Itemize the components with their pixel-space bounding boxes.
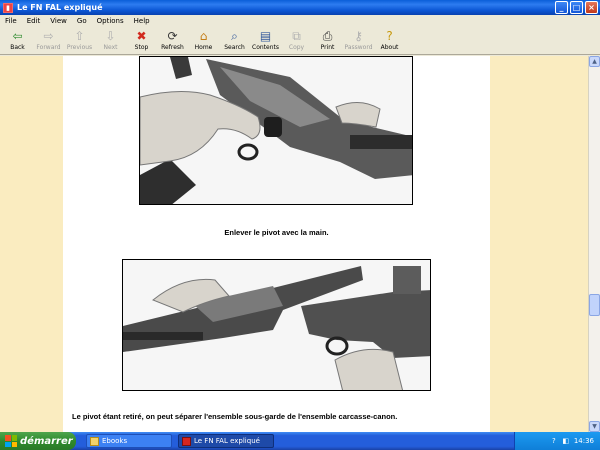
menu-help[interactable]: Help — [129, 17, 155, 25]
taskbar: démarrer Ebooks Le FN FAL expliqué FR ? … — [0, 432, 600, 450]
toolbar-copy-button[interactable]: ⧉ Copy — [281, 27, 312, 54]
toolbar-button-label: Previous — [66, 44, 93, 51]
menu-file[interactable]: File — [0, 17, 22, 25]
toolbar-password-button[interactable]: ⚷ Password — [343, 27, 374, 54]
menu-bar: File Edit View Go Options Help — [0, 15, 600, 27]
rifle-receiver-hand-image — [140, 57, 412, 204]
document-view[interactable]: Enlever le pivot avec la main. Le pivot … — [0, 56, 588, 432]
menu-go[interactable]: Go — [72, 17, 92, 25]
start-button[interactable]: démarrer — [0, 432, 76, 450]
title-bar[interactable]: ▮ Le FN FAL expliqué _ □ × — [0, 0, 600, 15]
toolbar-button-label: Password — [344, 44, 373, 51]
refresh-icon: ⟳ — [167, 29, 178, 43]
toolbar-back-button[interactable]: ⇦ Back — [2, 27, 33, 54]
toolbar-refresh-button[interactable]: ⟳ Refresh — [157, 27, 188, 54]
close-button[interactable]: × — [585, 1, 598, 14]
ebook-icon — [182, 436, 191, 446]
search-icon: ⌕ — [231, 29, 238, 43]
folder-icon — [90, 436, 99, 446]
photo-remove-pivot — [139, 56, 413, 205]
network-icon[interactable]: ◧ — [562, 437, 570, 445]
toolbar-button-label: Refresh — [161, 44, 184, 51]
window-controls: _ □ × — [555, 1, 598, 14]
toolbar-button-label: Stop — [134, 44, 149, 51]
menu-view[interactable]: View — [45, 17, 72, 25]
toolbar-next-button[interactable]: ⇩ Next — [95, 27, 126, 54]
toolbar: ⇦ Back ⇨ Forward ⇧ Previous ⇩ Next ✖ Stop ⟳ Refresh… — [0, 27, 600, 55]
toolbar-button-label: Copy — [288, 44, 305, 51]
toolbar-print-button[interactable]: ⎙ Print — [312, 27, 343, 54]
key-icon: ⚷ — [354, 29, 363, 43]
print-icon: ⎙ — [322, 29, 333, 43]
home-icon: ⌂ — [199, 29, 208, 43]
toolbar-button-label: About — [380, 44, 399, 51]
toolbar-previous-button[interactable]: ⇧ Previous — [64, 27, 95, 54]
scroll-thumb[interactable] — [589, 294, 600, 316]
forward-arrow-icon: ⇨ — [43, 29, 54, 43]
maximize-button[interactable]: □ — [570, 1, 583, 14]
system-tray: ? ◧ 14:36 — [514, 432, 600, 450]
body-text-separate: Le pivot étant retiré, on peut séparer l… — [72, 412, 398, 421]
help-icon[interactable]: ? — [550, 437, 558, 445]
toolbar-button-label: Print — [320, 44, 335, 51]
clock: 14:36 — [573, 437, 594, 445]
app-icon: ▮ — [3, 2, 13, 13]
stop-icon: ✖ — [136, 29, 147, 43]
taskbar-item-ebooks[interactable]: Ebooks — [86, 434, 172, 448]
taskbar-item-label: Le FN FAL expliqué — [194, 437, 260, 445]
toolbar-about-button[interactable]: ? About — [374, 27, 405, 54]
windows-logo-icon — [5, 435, 17, 447]
contents-icon: ▤ — [259, 29, 272, 43]
window-title: Le FN FAL expliqué — [17, 3, 103, 12]
scroll-up-button[interactable]: ▲ — [589, 56, 600, 67]
up-arrow-icon: ⇧ — [74, 29, 85, 43]
back-arrow-icon: ⇦ — [12, 29, 23, 43]
application-window: ▮ Le FN FAL expliqué _ □ × File Edit Vie… — [0, 0, 600, 432]
document-page: Enlever le pivot avec la main. Le pivot … — [63, 56, 490, 432]
toolbar-button-label: Contents — [252, 44, 279, 51]
toolbar-contents-button[interactable]: ▤ Contents — [250, 27, 281, 54]
start-label: démarrer — [20, 435, 73, 447]
toolbar-button-label: Search — [224, 44, 245, 51]
menu-edit[interactable]: Edit — [22, 17, 46, 25]
toolbar-stop-button[interactable]: ✖ Stop — [126, 27, 157, 54]
toolbar-home-button[interactable]: ⌂ Home — [188, 27, 219, 54]
toolbar-forward-button[interactable]: ⇨ Forward — [33, 27, 64, 54]
taskbar-item-label: Ebooks — [102, 437, 128, 445]
vertical-scrollbar[interactable]: ▲ ▼ — [588, 56, 600, 432]
scroll-down-button[interactable]: ▼ — [589, 421, 600, 432]
menu-options[interactable]: Options — [92, 17, 129, 25]
down-arrow-icon: ⇩ — [105, 29, 116, 43]
taskbar-item-ebook-viewer[interactable]: Le FN FAL expliqué — [178, 434, 274, 448]
rifle-disassembly-image — [123, 260, 430, 390]
photo-separate-assemblies — [122, 259, 431, 391]
toolbar-button-label: Home — [194, 44, 213, 51]
minimize-button[interactable]: _ — [555, 1, 568, 14]
copy-icon: ⧉ — [292, 29, 301, 43]
page-margin-left — [0, 56, 63, 432]
caption-remove-pivot: Enlever le pivot avec la main. — [224, 228, 329, 237]
page-margin-right — [490, 56, 588, 432]
toolbar-button-label: Next — [103, 44, 118, 51]
question-icon: ? — [386, 29, 393, 43]
toolbar-button-label: Forward — [36, 44, 61, 51]
toolbar-search-button[interactable]: ⌕ Search — [219, 27, 250, 54]
toolbar-button-label: Back — [10, 44, 25, 51]
